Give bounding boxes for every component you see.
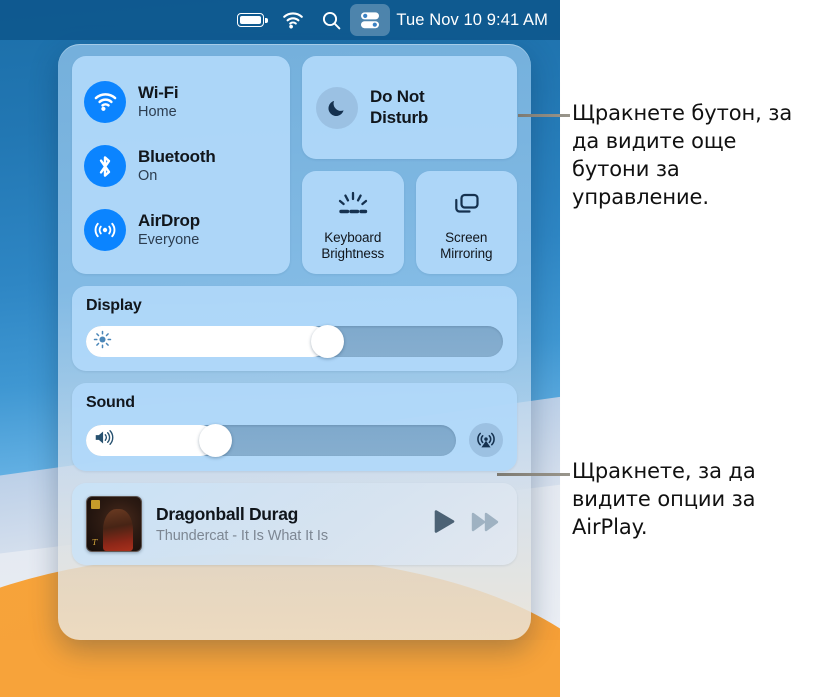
screen-mirroring-icon: [450, 188, 482, 222]
display-card: Display: [72, 286, 517, 371]
menu-bar-clock: Tue Nov 10 9:41 AM: [396, 10, 548, 29]
airdrop-status: Everyone: [138, 232, 200, 249]
wifi-icon[interactable]: [273, 4, 313, 36]
screenshot-root: Tue Nov 10 9:41 AM Wi-Fi Home Bluetooth …: [0, 0, 817, 697]
control-center-top-row: Wi-Fi Home Bluetooth On AirDrop Everyone…: [72, 56, 517, 274]
now-playing-card: T Dragonball Durag Thundercat - It Is Wh…: [72, 483, 517, 565]
menu-bar: Tue Nov 10 9:41 AM: [0, 0, 560, 40]
callout-text-2: Щракнете, за да видите опции за AirPlay.: [572, 459, 756, 539]
control-center-panel: Wi-Fi Home Bluetooth On AirDrop Everyone…: [58, 44, 531, 640]
sound-card: Sound: [72, 383, 517, 471]
search-icon[interactable]: [313, 4, 350, 36]
callout-leader-line-2: [497, 473, 570, 476]
screen-mirroring-line1: Screen: [445, 229, 488, 245]
bluetooth-toggle-row[interactable]: Bluetooth On: [84, 134, 278, 198]
keyboard-brightness-icon: [335, 188, 371, 222]
sound-slider-fill: [86, 424, 216, 456]
airplay-button[interactable]: [469, 423, 503, 457]
now-playing-controls: [433, 509, 501, 539]
wifi-title: Wi-Fi: [138, 83, 179, 103]
wifi-icon: [84, 81, 126, 123]
airdrop-toggle-row[interactable]: AirDrop Everyone: [84, 198, 278, 262]
bluetooth-title: Bluetooth: [138, 147, 216, 167]
bluetooth-icon: [84, 145, 126, 187]
sound-title: Sound: [86, 394, 135, 411]
screen-mirroring-line2: Mirroring: [440, 245, 493, 261]
dnd-label-line2: Disturb: [370, 107, 429, 127]
brightness-icon: [93, 330, 112, 354]
volume-icon: [93, 428, 115, 452]
now-playing-subtitle: Thundercat - It Is What It Is: [156, 528, 328, 544]
display-title: Display: [86, 297, 142, 314]
wallpaper-orange-base: [0, 640, 560, 697]
keyboard-brightness-label: Keyboard Brightness: [321, 230, 384, 261]
airdrop-title: AirDrop: [138, 211, 200, 231]
keyboard-brightness-button[interactable]: Keyboard Brightness: [302, 171, 404, 274]
display-slider-knob[interactable]: [311, 325, 345, 358]
bluetooth-status: On: [138, 168, 158, 185]
callout-text-1: Щракнете бутон, за да видите още бутони …: [572, 101, 793, 209]
screen-mirroring-label: Screen Mirroring: [440, 230, 492, 261]
moon-icon: [316, 86, 358, 129]
display-brightness-slider[interactable]: [86, 325, 503, 358]
control-center-icon[interactable]: [350, 4, 391, 36]
sound-slider-knob[interactable]: [199, 423, 232, 457]
display-slider-fill: [86, 326, 328, 357]
wifi-status: Home: [138, 104, 177, 121]
airdrop-icon: [84, 209, 126, 251]
control-center-right-column: Do Not Disturb Keyboard Brightness Scree…: [302, 56, 517, 274]
wifi-toggle-row[interactable]: Wi-Fi Home: [84, 70, 278, 134]
screen-mirroring-button[interactable]: Screen Mirroring: [415, 171, 517, 274]
battery-icon[interactable]: [228, 4, 273, 36]
dnd-label-line1: Do Not: [370, 87, 425, 107]
do-not-disturb-button[interactable]: Do Not Disturb: [302, 56, 517, 159]
now-playing-title: Dragonball Durag: [156, 504, 299, 524]
keyboard-brightness-line2: Brightness: [321, 245, 385, 261]
sound-volume-slider[interactable]: [86, 423, 456, 457]
airplay-icon: [477, 432, 495, 448]
connectivity-card: Wi-Fi Home Bluetooth On AirDrop Everyone: [72, 56, 290, 274]
album-artwork[interactable]: T: [86, 496, 142, 552]
fast-forward-icon[interactable]: [471, 511, 501, 538]
callout-leader-line-1: [518, 114, 570, 117]
do-not-disturb-label: Do Not Disturb: [370, 87, 428, 128]
play-icon[interactable]: [433, 509, 456, 539]
quick-buttons-row: Keyboard Brightness Screen Mirroring: [302, 171, 517, 274]
keyboard-brightness-line1: Keyboard: [324, 229, 382, 245]
